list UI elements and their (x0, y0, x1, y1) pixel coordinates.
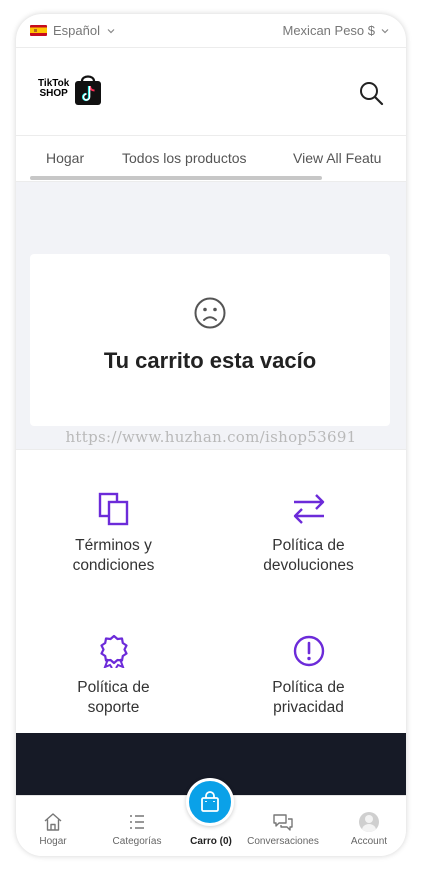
watermark-text: https://www.huzhan.com/ishop53691 (65, 428, 357, 446)
tab-todos-los-productos[interactable]: Todos los productos (122, 150, 247, 166)
nav-hogar[interactable]: Hogar (16, 796, 90, 856)
policy-support-label-2: soporte (87, 699, 140, 716)
empty-cart-message: Tu carrito esta vacío (103, 348, 317, 373)
nav-account-label: Account (350, 836, 388, 847)
nav-categorias-label: Categorías (112, 836, 162, 847)
policy-terms-label-1: Términos y (75, 537, 152, 554)
documents-icon (98, 492, 128, 526)
language-selector[interactable]: Español (30, 23, 116, 38)
currency-selector[interactable]: Mexican Peso $ (283, 23, 391, 38)
tab-view-all-featured[interactable]: View All Featu (293, 150, 381, 166)
search-icon[interactable] (358, 80, 384, 106)
swap-arrows-icon (293, 494, 324, 524)
sad-face-icon (194, 297, 226, 329)
cart-button[interactable] (186, 778, 234, 826)
policy-privacy-label-2: privacidad (273, 699, 344, 716)
nav-hogar-label: Hogar (39, 836, 67, 847)
spain-flag-icon (30, 25, 47, 36)
policy-returns-label-1: Política de (272, 537, 345, 554)
category-tabs: Hogar Todos los productos View All Featu (16, 136, 406, 182)
alert-circle-icon (293, 635, 324, 667)
nav-categorias[interactable]: Categorías (100, 796, 174, 856)
currency-label: Mexican Peso $ (282, 23, 376, 38)
policy-support-label-1: Política de (77, 679, 150, 696)
empty-cart-card: Tu carrito esta vacío (30, 254, 390, 426)
avatar-icon (359, 812, 379, 832)
chevron-down-icon (381, 28, 389, 33)
home-icon (44, 813, 62, 831)
phone-frame: Español Mexican Peso $ TikTok SHOP Hogar… (16, 14, 406, 856)
list-icon (130, 815, 144, 829)
policy-terms[interactable]: Términos y condiciones (16, 492, 211, 576)
nav-account[interactable]: Account (332, 796, 406, 856)
policy-returns[interactable]: Política de devoluciones (211, 492, 406, 576)
tab-hogar[interactable]: Hogar (46, 150, 84, 166)
tiktok-shop-logo[interactable]: TikTok SHOP (38, 72, 104, 106)
chevron-down-icon (107, 28, 115, 33)
policy-privacy-label-1: Política de (272, 679, 345, 696)
tiktok-bag-icon (75, 75, 102, 105)
policy-returns-label-2: devoluciones (263, 557, 354, 574)
language-label: Español (53, 23, 100, 38)
nav-conversaciones-label: Conversaciones (247, 836, 319, 847)
cart-area: Tu carrito esta vacío https://www.huzhan… (16, 182, 406, 449)
tabs-scrollbar[interactable] (30, 176, 322, 180)
nav-conversaciones[interactable]: Conversaciones (244, 796, 322, 856)
shopping-bag-icon (201, 791, 219, 812)
policies-section: Términos y condiciones Política de devol… (16, 449, 406, 733)
policy-support[interactable]: Política de soporte (16, 634, 211, 718)
policy-terms-label-2: condiciones (72, 557, 155, 574)
logo-text: TikTok SHOP (38, 78, 70, 99)
nav-carro-label: Carro (0) (190, 836, 232, 847)
top-bar: Español Mexican Peso $ (16, 14, 406, 48)
award-ribbon-icon (99, 634, 128, 668)
policy-privacy[interactable]: Política de privacidad (211, 634, 406, 718)
chat-icon (273, 814, 293, 831)
site-header: TikTok SHOP (16, 48, 406, 136)
